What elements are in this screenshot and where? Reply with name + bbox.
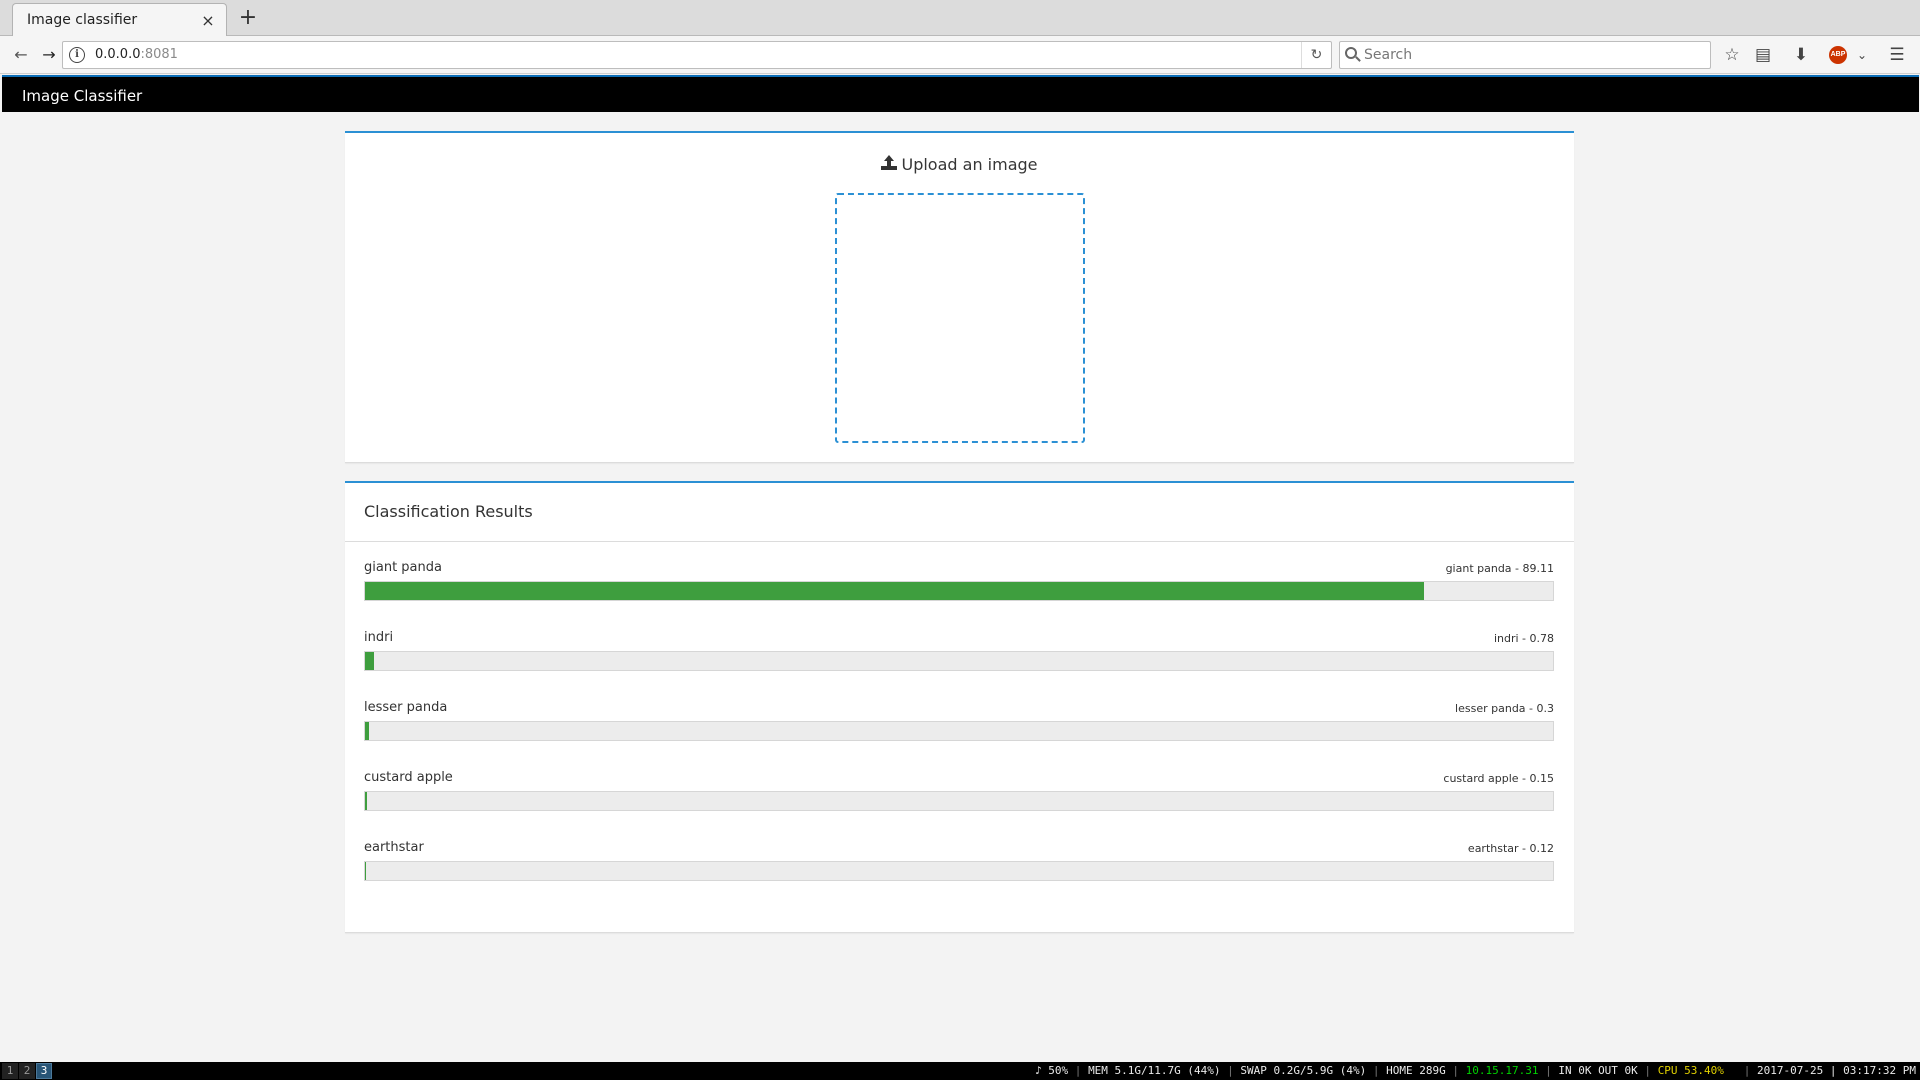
download-icon[interactable]: ⬇ xyxy=(1788,42,1814,68)
status-ip: 10.15.17.31 xyxy=(1465,1064,1539,1077)
system-status-bar: 1 2 3 ♪ 50% | MEM 5.1G/11.7G (44%) | SWA… xyxy=(0,1062,1920,1080)
upload-panel: Upload an image xyxy=(345,131,1574,463)
hamburger-menu-icon[interactable]: ☰ xyxy=(1884,42,1910,68)
status-net: IN 0K OUT 0K xyxy=(1558,1064,1638,1077)
result-label: giant panda xyxy=(364,560,442,575)
result-value: giant panda - 89.11 xyxy=(1445,562,1554,575)
image-dropzone[interactable] xyxy=(835,193,1085,443)
status-cpu: CPU 53.40% xyxy=(1657,1064,1724,1077)
results-header: Classification Results xyxy=(345,483,1574,542)
result-row: indri indri - 0.78 xyxy=(364,630,1554,690)
search-placeholder: Search xyxy=(1364,47,1413,63)
result-progress-bar xyxy=(364,861,1554,881)
status-volume: ♪ 50% xyxy=(1035,1064,1069,1077)
result-label: lesser panda xyxy=(364,700,448,715)
result-progress-bar xyxy=(364,721,1554,741)
close-tab-icon[interactable]: × xyxy=(200,11,216,30)
info-icon[interactable]: i xyxy=(69,47,85,63)
search-input[interactable]: Search xyxy=(1339,41,1711,69)
status-datetime: 2017-07-25 | 03:17:32 PM xyxy=(1757,1064,1916,1077)
result-progress-bar xyxy=(364,651,1554,671)
new-tab-button[interactable]: + xyxy=(236,6,260,30)
back-arrow-icon[interactable]: ← xyxy=(8,42,34,68)
url-host: 0.0.0.0 xyxy=(95,47,141,62)
forward-arrow-icon[interactable]: → xyxy=(36,42,62,68)
result-row: giant panda giant panda - 89.11 xyxy=(364,560,1554,620)
result-label: custard apple xyxy=(364,770,453,785)
status-indicators: ♪ 50% | MEM 5.1G/11.7G (44%) | SWAP 0.2G… xyxy=(1035,1064,1916,1077)
reload-icon[interactable]: ↻ xyxy=(1301,42,1331,68)
result-label: earthstar xyxy=(364,840,424,855)
workspace-1[interactable]: 1 xyxy=(2,1063,18,1079)
results-panel: Classification Results giant panda giant … xyxy=(345,481,1574,933)
upload-title: Upload an image xyxy=(345,155,1574,174)
result-row: earthstar earthstar - 0.12 xyxy=(364,840,1554,900)
result-progress-bar xyxy=(364,791,1554,811)
result-value: custard apple - 0.15 xyxy=(1443,772,1554,785)
result-progress-fill xyxy=(365,792,367,810)
url-bar[interactable]: i 0.0.0.0:8081 ↻ xyxy=(62,41,1332,69)
workspace-2[interactable]: 2 xyxy=(19,1063,35,1079)
result-row: lesser panda lesser panda - 0.3 xyxy=(364,700,1554,760)
upload-icon xyxy=(881,155,898,171)
result-value: earthstar - 0.12 xyxy=(1467,842,1554,855)
result-row: custard apple custard apple - 0.15 xyxy=(364,770,1554,830)
reading-list-icon[interactable]: ▤ xyxy=(1750,42,1776,68)
app-navbar: Image Classifier xyxy=(2,75,1919,112)
result-value: lesser panda - 0.3 xyxy=(1455,702,1554,715)
result-progress-fill xyxy=(365,652,375,670)
chevron-down-icon[interactable]: ⌄ xyxy=(1849,42,1875,68)
tab-title: Image classifier xyxy=(27,12,138,28)
app-brand[interactable]: Image Classifier xyxy=(22,87,142,105)
result-progress-fill xyxy=(365,862,367,880)
status-home: HOME 289G xyxy=(1386,1064,1446,1077)
browser-nav-bar: ← → i 0.0.0.0:8081 ↻ Search ☆ ▤ ⬇ ABP ⌄ … xyxy=(0,36,1920,74)
search-icon xyxy=(1345,47,1357,59)
result-progress-fill xyxy=(365,722,369,740)
browser-tab-bar: Image classifier × + xyxy=(0,0,1920,36)
result-progress-fill xyxy=(365,582,1424,600)
url-port: :8081 xyxy=(140,47,178,62)
result-progress-bar xyxy=(364,581,1554,601)
workspace-3[interactable]: 3 xyxy=(36,1063,52,1079)
result-value: indri - 0.78 xyxy=(1493,632,1554,645)
browser-tab[interactable]: Image classifier × xyxy=(12,3,227,36)
result-label: indri xyxy=(364,630,394,645)
bookmark-star-icon[interactable]: ☆ xyxy=(1719,42,1745,68)
status-mem: MEM 5.1G/11.7G (44%) xyxy=(1088,1064,1221,1077)
adblock-icon[interactable]: ABP xyxy=(1829,46,1847,64)
status-swap: SWAP 0.2G/5.9G (4%) xyxy=(1240,1064,1367,1077)
upload-title-text: Upload an image xyxy=(901,155,1038,174)
